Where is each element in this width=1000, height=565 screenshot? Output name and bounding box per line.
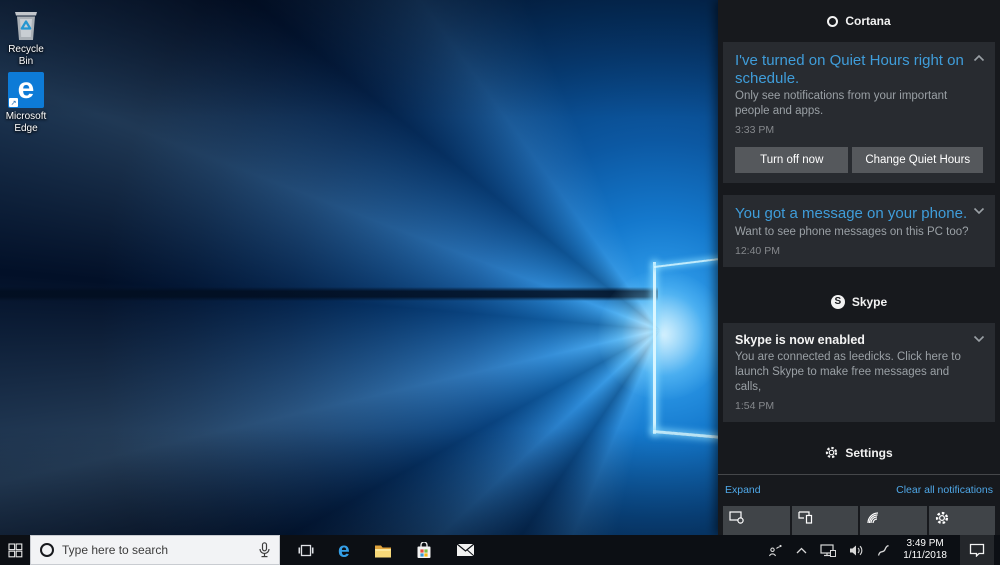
taskbar-store-button[interactable] (416, 535, 432, 565)
notification-quiet-hours[interactable]: I've turned on Quiet Hours right on sche… (723, 42, 995, 183)
chevron-up-icon[interactable] (973, 54, 985, 62)
network-wifi-icon (866, 511, 921, 524)
task-view-icon (298, 544, 314, 557)
notification-body: You are connected as leedicks. Click her… (735, 350, 971, 395)
action-center-panel: Cortana I've turned on Quiet Hours right… (718, 0, 1000, 535)
notification-body: Want to see phone messages on this PC to… (735, 225, 971, 240)
cortana-icon (827, 16, 838, 27)
skype-icon: S (831, 295, 845, 309)
notification-skype-enabled[interactable]: Skype is now enabled You are connected a… (723, 323, 995, 422)
tablet-mode-icon (729, 511, 784, 524)
search-input[interactable] (62, 543, 251, 557)
notification-title: I've turned on Quiet Hours right on sche… (735, 52, 971, 87)
file-explorer-icon (374, 543, 392, 558)
action-center-icon (969, 543, 985, 557)
notification-time: 12:40 PM (735, 245, 983, 257)
change-quiet-hours-button[interactable]: Change Quiet Hours (852, 147, 983, 173)
show-hidden-icons-chevron[interactable] (796, 547, 807, 554)
taskbar-pinned-apps: e (298, 535, 475, 565)
notification-title: Skype is now enabled (735, 333, 967, 348)
taskbar-search[interactable] (30, 535, 280, 565)
mail-icon (456, 543, 475, 557)
gear-icon (825, 446, 838, 459)
network-status-icon[interactable] (820, 544, 836, 557)
taskbar-edge-button[interactable]: e (338, 535, 350, 565)
edge-icon: e (338, 540, 350, 561)
section-header-skype[interactable]: S Skype (718, 281, 1000, 323)
notification-body: Only see notifications from your importa… (735, 89, 971, 119)
action-center-button[interactable] (960, 535, 994, 565)
clock-time: 3:49 PM (903, 538, 947, 551)
taskbar-clock[interactable]: 3:49 PM 1/11/2018 (903, 538, 947, 563)
system-tray: 3:49 PM 1/11/2018 (768, 535, 1000, 565)
windows-logo-icon (8, 543, 23, 558)
expand-link[interactable]: Expand (725, 484, 761, 496)
taskbar-mail-button[interactable] (456, 535, 475, 565)
recycle-bin-icon (10, 7, 42, 41)
notification-phone-message[interactable]: You got a message on your phone. Want to… (723, 195, 995, 267)
taskbar-file-explorer-button[interactable] (374, 535, 392, 565)
clear-all-notifications-link[interactable]: Clear all notifications (896, 484, 993, 496)
notification-title: You got a message on your phone. (735, 205, 971, 223)
desktop-icon-label: Recycle Bin (0, 44, 52, 68)
turn-off-now-button[interactable]: Turn off now (735, 147, 848, 173)
desktop-icon-microsoft-edge[interactable]: e ↗ Microsoft Edge (0, 72, 52, 135)
volume-icon[interactable] (849, 544, 864, 557)
chevron-down-icon[interactable] (973, 207, 985, 215)
desktop-icon-recycle-bin[interactable]: Recycle Bin (0, 7, 52, 68)
edge-icon: e ↗ (8, 72, 44, 108)
microphone-icon[interactable] (259, 542, 270, 558)
microsoft-store-icon (416, 542, 432, 559)
chevron-down-icon[interactable] (973, 335, 985, 343)
cortana-icon (40, 543, 54, 557)
clock-date: 1/11/2018 (903, 550, 947, 563)
windows-ink-pen-icon[interactable] (877, 544, 890, 557)
desktop-icon-label: Microsoft Edge (0, 111, 52, 135)
taskbar: e (0, 535, 1000, 565)
notification-time: 3:33 PM (735, 124, 983, 136)
gear-icon (935, 511, 990, 525)
task-view-button[interactable] (298, 535, 314, 565)
connect-icon (798, 511, 853, 524)
action-center-footer: Expand Clear all notifications (718, 475, 1000, 504)
section-header-cortana[interactable]: Cortana (718, 0, 1000, 42)
start-button[interactable] (0, 535, 30, 565)
notification-time: 1:54 PM (735, 400, 983, 412)
wireless-people-icon[interactable] (768, 544, 783, 557)
section-header-settings[interactable]: Settings (718, 432, 1000, 474)
shortcut-arrow-icon: ↗ (9, 98, 18, 107)
